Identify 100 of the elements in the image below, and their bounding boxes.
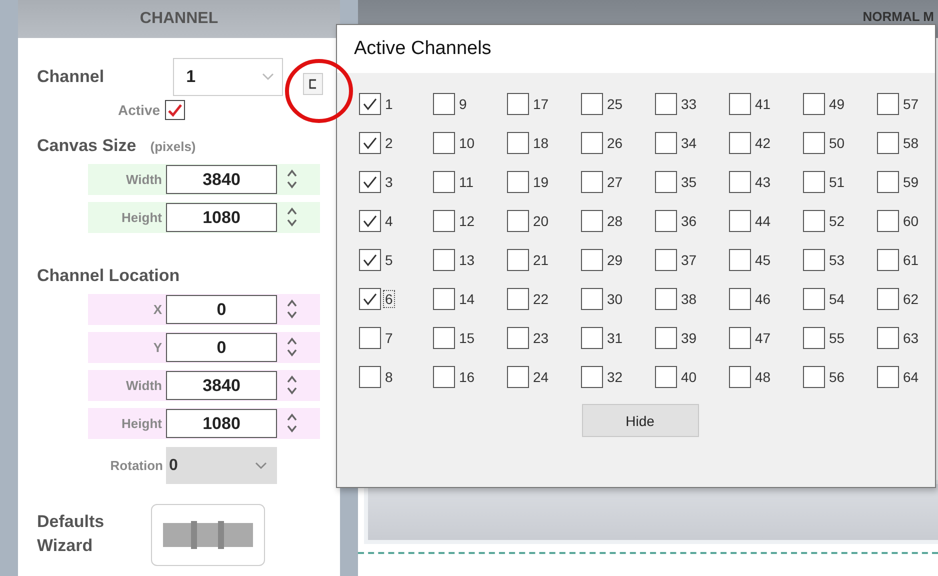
checkbox-label[interactable]: 56	[828, 368, 846, 384]
checkbox[interactable]	[729, 248, 751, 270]
number-field[interactable]: 1080	[166, 202, 277, 232]
checkbox-label[interactable]: 50	[828, 134, 846, 150]
checkbox-label[interactable]: 32	[606, 368, 624, 384]
checkbox[interactable]	[655, 248, 677, 270]
checkbox[interactable]	[359, 326, 381, 348]
checkbox-label[interactable]: 9	[458, 96, 468, 112]
checkbox[interactable]	[507, 288, 529, 310]
checkbox-label[interactable]: 54	[828, 290, 846, 306]
checkbox[interactable]	[507, 326, 529, 348]
checkbox[interactable]	[803, 210, 825, 232]
checkbox[interactable]	[655, 366, 677, 388]
checkbox-label[interactable]: 24	[532, 368, 550, 384]
checkbox-label[interactable]: 19	[532, 174, 550, 190]
checkbox-label[interactable]: 29	[606, 252, 624, 268]
checkbox-label[interactable]: 63	[902, 330, 920, 346]
checkbox[interactable]	[803, 288, 825, 310]
checkbox[interactable]	[359, 248, 381, 270]
number-field[interactable]: 3840	[166, 370, 277, 400]
checkbox-label[interactable]: 40	[680, 368, 698, 384]
checkbox-label[interactable]: 41	[754, 96, 772, 112]
checkbox-label[interactable]: 20	[532, 212, 550, 228]
checkbox-label[interactable]: 2	[384, 134, 394, 150]
checkbox[interactable]	[655, 132, 677, 154]
checkbox[interactable]	[877, 92, 899, 114]
checkbox[interactable]	[655, 326, 677, 348]
rotation-dropdown[interactable]: 0	[166, 447, 277, 484]
checkbox-label[interactable]: 27	[606, 174, 624, 190]
checkbox[interactable]	[803, 326, 825, 348]
checkbox-label[interactable]: 39	[680, 330, 698, 346]
checkbox[interactable]	[581, 288, 603, 310]
checkbox-label[interactable]: 44	[754, 212, 772, 228]
checkbox[interactable]	[581, 248, 603, 270]
checkbox-label[interactable]: 47	[754, 330, 772, 346]
checkbox-label[interactable]: 28	[606, 212, 624, 228]
checkbox[interactable]	[729, 170, 751, 192]
checkbox-label[interactable]: 16	[458, 368, 476, 384]
checkbox[interactable]	[877, 210, 899, 232]
checkbox-label[interactable]: 15	[458, 330, 476, 346]
checkbox[interactable]	[581, 92, 603, 114]
checkbox-label[interactable]: 34	[680, 134, 698, 150]
checkbox[interactable]	[359, 170, 381, 192]
checkbox-label[interactable]: 46	[754, 290, 772, 306]
checkbox[interactable]	[729, 326, 751, 348]
checkbox-label[interactable]: 35	[680, 174, 698, 190]
checkbox-label[interactable]: 8	[384, 368, 394, 384]
wizard-button[interactable]	[151, 504, 265, 566]
checkbox-label[interactable]: 58	[902, 134, 920, 150]
checkbox[interactable]	[581, 132, 603, 154]
checkbox-label[interactable]: 52	[828, 212, 846, 228]
checkbox-label[interactable]: 3	[384, 174, 394, 190]
checkbox-label[interactable]: 59	[902, 174, 920, 190]
checkbox[interactable]	[433, 92, 455, 114]
spinner-icon[interactable]	[287, 337, 297, 357]
checkbox[interactable]	[729, 288, 751, 310]
checkbox[interactable]	[433, 326, 455, 348]
checkbox-label[interactable]: 53	[828, 252, 846, 268]
number-field[interactable]: 1080	[166, 408, 277, 438]
checkbox[interactable]	[507, 132, 529, 154]
checkbox[interactable]	[655, 170, 677, 192]
checkbox[interactable]	[877, 366, 899, 388]
checkbox-label[interactable]: 12	[458, 212, 476, 228]
checkbox[interactable]	[507, 170, 529, 192]
checkbox[interactable]	[507, 248, 529, 270]
checkbox[interactable]	[433, 248, 455, 270]
checkbox-label[interactable]: 60	[902, 212, 920, 228]
spinner-icon[interactable]	[287, 169, 297, 189]
checkbox[interactable]	[581, 366, 603, 388]
spinner-icon[interactable]	[287, 299, 297, 319]
number-field[interactable]: 0	[166, 294, 277, 324]
checkbox[interactable]	[803, 132, 825, 154]
checkbox-label[interactable]: 51	[828, 174, 846, 190]
checkbox-label[interactable]: 14	[458, 290, 476, 306]
checkbox[interactable]	[877, 248, 899, 270]
spinner-icon[interactable]	[287, 207, 297, 227]
checkbox[interactable]	[803, 92, 825, 114]
checkbox[interactable]	[359, 288, 381, 310]
active-checkbox[interactable]	[165, 100, 186, 120]
checkbox[interactable]	[433, 170, 455, 192]
checkbox-label[interactable]: 23	[532, 330, 550, 346]
checkbox-label[interactable]: 7	[384, 330, 394, 346]
hide-button[interactable]: Hide	[582, 404, 698, 437]
checkbox[interactable]	[433, 132, 455, 154]
checkbox-label[interactable]: 48	[754, 368, 772, 384]
checkbox-label[interactable]: 25	[606, 96, 624, 112]
checkbox[interactable]	[581, 326, 603, 348]
checkbox[interactable]	[803, 170, 825, 192]
checkbox-label[interactable]: 42	[754, 134, 772, 150]
checkbox-label[interactable]: 57	[902, 96, 920, 112]
checkbox-label[interactable]: 31	[606, 330, 624, 346]
number-field[interactable]: 0	[166, 332, 277, 362]
checkbox-label[interactable]: 21	[532, 252, 550, 268]
checkbox[interactable]	[433, 210, 455, 232]
checkbox-label[interactable]: 62	[902, 290, 920, 306]
spinner-icon[interactable]	[287, 375, 297, 395]
checkbox-label[interactable]: 4	[384, 212, 394, 228]
checkbox-label[interactable]: 22	[532, 290, 550, 306]
checkbox-label[interactable]: 26	[606, 134, 624, 150]
checkbox[interactable]	[729, 366, 751, 388]
